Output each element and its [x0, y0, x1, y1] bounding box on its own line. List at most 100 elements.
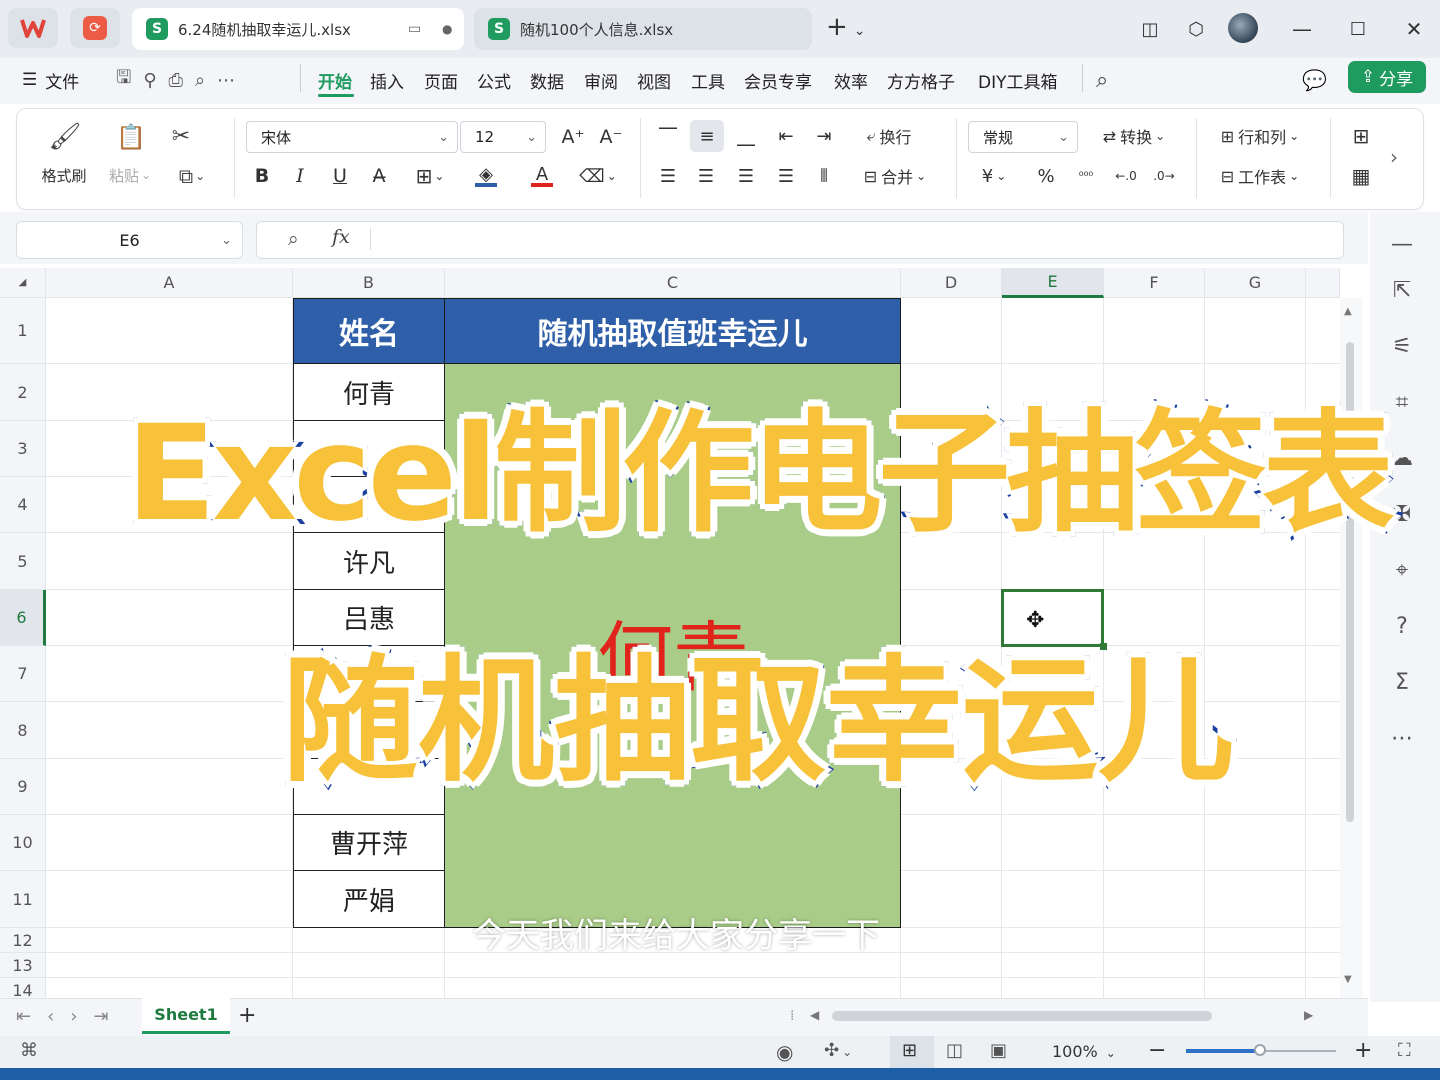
- tab-review[interactable]: 审阅: [584, 66, 618, 94]
- row-header-3[interactable]: 3: [0, 421, 46, 477]
- row-header-8[interactable]: 8: [0, 702, 46, 759]
- increase-decimal-icon[interactable]: ←.0: [1112, 162, 1140, 190]
- new-tab-button[interactable]: + ⌄: [826, 12, 866, 42]
- next-sheet-icon[interactable]: ›: [70, 1006, 93, 1027]
- row-header-5[interactable]: 5: [0, 533, 46, 590]
- format-painter-icon[interactable]: 🖌: [46, 120, 84, 154]
- comment-icon[interactable]: 💬: [1302, 66, 1327, 94]
- thousands-icon[interactable]: ⁰⁰⁰: [1072, 162, 1100, 190]
- freeze-panes-icon[interactable]: ⊞: [1346, 122, 1376, 150]
- rows-columns-button[interactable]: ⊞ 行和列 ⌄: [1208, 122, 1312, 150]
- paste-icon[interactable]: 📋: [114, 120, 148, 154]
- more-icon[interactable]: ⋯: [1384, 720, 1420, 756]
- first-sheet-icon[interactable]: ⇤: [16, 1006, 47, 1027]
- fill-color-icon[interactable]: ◈: [464, 160, 508, 190]
- tab-member[interactable]: 会员专享: [744, 66, 812, 94]
- formula-input[interactable]: [256, 221, 1344, 259]
- selected-cell[interactable]: [1001, 589, 1104, 647]
- percent-button[interactable]: %: [1032, 162, 1060, 190]
- page-break-icon[interactable]: ▣: [990, 1040, 1007, 1061]
- name-cell[interactable]: 吕惠: [293, 590, 445, 646]
- minimize-icon[interactable]: —: [1286, 14, 1318, 44]
- close-icon[interactable]: ✕: [1398, 14, 1430, 44]
- horizontal-scroll-thumb[interactable]: [832, 1011, 1212, 1021]
- convert-button[interactable]: ⇄ 转换 ⌄: [1092, 122, 1176, 150]
- select-pointer-icon[interactable]: ⇱: [1384, 272, 1420, 308]
- strikethrough-icon[interactable]: A̶: [366, 162, 392, 190]
- scroll-right-icon[interactable]: ▶: [1304, 1008, 1313, 1022]
- tab-home[interactable]: 开始: [318, 66, 352, 94]
- more-icon[interactable]: ⋯: [217, 70, 247, 91]
- tab-formula[interactable]: 公式: [477, 66, 511, 94]
- scroll-down-icon[interactable]: ▼: [1344, 974, 1352, 985]
- copy-icon[interactable]: ⧉ ⌄: [168, 162, 216, 190]
- decrease-font-icon[interactable]: A⁻: [598, 122, 624, 152]
- font-size-select[interactable]: 12 ⌄: [460, 121, 546, 153]
- focus-mode-icon[interactable]: ✣ ⌄: [824, 1040, 852, 1061]
- decrease-indent-icon[interactable]: ⇤: [772, 122, 800, 150]
- wps-logo-icon[interactable]: [8, 8, 58, 48]
- zoom-level[interactable]: 100% ⌄: [1052, 1042, 1116, 1061]
- zoom-formula-icon[interactable]: ⌕: [288, 228, 299, 250]
- zoom-out-icon[interactable]: −: [1148, 1038, 1166, 1063]
- search-icon[interactable]: ⌕: [1096, 66, 1108, 94]
- prev-sheet-icon[interactable]: ‹: [47, 1006, 70, 1027]
- align-right-icon[interactable]: ☰: [732, 162, 760, 190]
- font-color-icon[interactable]: A: [520, 160, 564, 190]
- file-menu[interactable]: ☰ 文件: [22, 66, 79, 94]
- header-name-cell[interactable]: 姓名: [293, 298, 445, 364]
- border-icon[interactable]: ⊞ ⌄: [408, 162, 452, 190]
- column-header-c[interactable]: C: [445, 268, 901, 298]
- last-sheet-icon[interactable]: ⇥: [94, 1006, 125, 1027]
- map-icon[interactable]: ⌖: [1384, 552, 1420, 588]
- split-handle[interactable]: ⁞: [790, 1008, 794, 1024]
- number-format-select[interactable]: 常规 ⌄: [968, 121, 1078, 153]
- header-title-cell[interactable]: 随机抽取值班幸运儿: [445, 298, 901, 364]
- column-header-b[interactable]: B: [293, 268, 445, 298]
- justify-icon[interactable]: ☰: [772, 162, 800, 190]
- merge-button[interactable]: ⊟ 合并 ⌄: [852, 162, 938, 190]
- bold-button[interactable]: B: [250, 162, 274, 190]
- eye-protection-icon[interactable]: ◉: [776, 1040, 793, 1064]
- zoom-slider-thumb[interactable]: [1254, 1044, 1266, 1056]
- increase-font-icon[interactable]: A⁺: [560, 122, 586, 152]
- increase-indent-icon[interactable]: ⇥: [810, 122, 838, 150]
- sheet-tab-sheet1[interactable]: Sheet1: [142, 998, 230, 1034]
- underline-button[interactable]: U: [328, 162, 352, 190]
- maximize-icon[interactable]: ☐: [1342, 14, 1374, 44]
- tab-fangfange[interactable]: 方方格子: [887, 66, 955, 94]
- unsaved-dot-icon[interactable]: ●: [442, 22, 452, 36]
- scroll-left-icon[interactable]: ◀: [810, 1008, 819, 1022]
- sum-icon[interactable]: Σ: [1384, 664, 1420, 700]
- format-painter-button[interactable]: 格式刷: [30, 164, 98, 186]
- share-button[interactable]: ⇪ 分享: [1348, 61, 1426, 93]
- distribute-icon[interactable]: ⫴: [810, 162, 838, 190]
- wrap-text-button[interactable]: ⤶ 换行: [852, 122, 926, 150]
- key-icon[interactable]: ⚲: [143, 70, 168, 91]
- name-box[interactable]: E6 ⌄: [16, 221, 243, 259]
- print-icon[interactable]: ⎙: [169, 70, 195, 91]
- column-header-g[interactable]: G: [1205, 268, 1306, 298]
- sheet-nav-buttons[interactable]: ⇤‹›⇥: [16, 1006, 125, 1027]
- align-left-icon[interactable]: ☰: [654, 162, 682, 190]
- table-style-icon[interactable]: ▦: [1346, 162, 1376, 190]
- avatar[interactable]: [1228, 13, 1258, 43]
- currency-button[interactable]: ¥ ⌄: [972, 162, 1016, 190]
- column-header-f[interactable]: F: [1104, 268, 1205, 298]
- save-icon[interactable]: 🖫: [116, 65, 143, 95]
- name-cell[interactable]: 曹开萍: [293, 815, 445, 871]
- tab-active-document[interactable]: S 6.24随机抽取幸运儿.xlsx ▭ ●: [132, 8, 464, 50]
- monitor-icon[interactable]: ▭: [408, 21, 421, 37]
- spreadsheet-grid[interactable]: ◢ A B C D E F G 1 2 3 4 5 6 7 8 9 10 11 …: [0, 268, 1340, 998]
- worksheet-button[interactable]: ⊟ 工作表 ⌄: [1208, 162, 1312, 190]
- column-header-d[interactable]: D: [901, 268, 1002, 298]
- row-header-1[interactable]: 1: [0, 298, 46, 364]
- align-top-icon[interactable]: ⎺: [654, 122, 682, 150]
- print-preview-icon[interactable]: ⌕: [195, 70, 217, 91]
- add-sheet-button[interactable]: +: [238, 1003, 256, 1028]
- adjust-icon[interactable]: ⚟: [1384, 328, 1420, 364]
- row-header-12[interactable]: 12: [0, 928, 46, 953]
- row-header-6[interactable]: 6: [0, 590, 46, 646]
- decrease-decimal-icon[interactable]: .0→: [1150, 162, 1178, 190]
- scroll-up-icon[interactable]: ▲: [1344, 306, 1352, 317]
